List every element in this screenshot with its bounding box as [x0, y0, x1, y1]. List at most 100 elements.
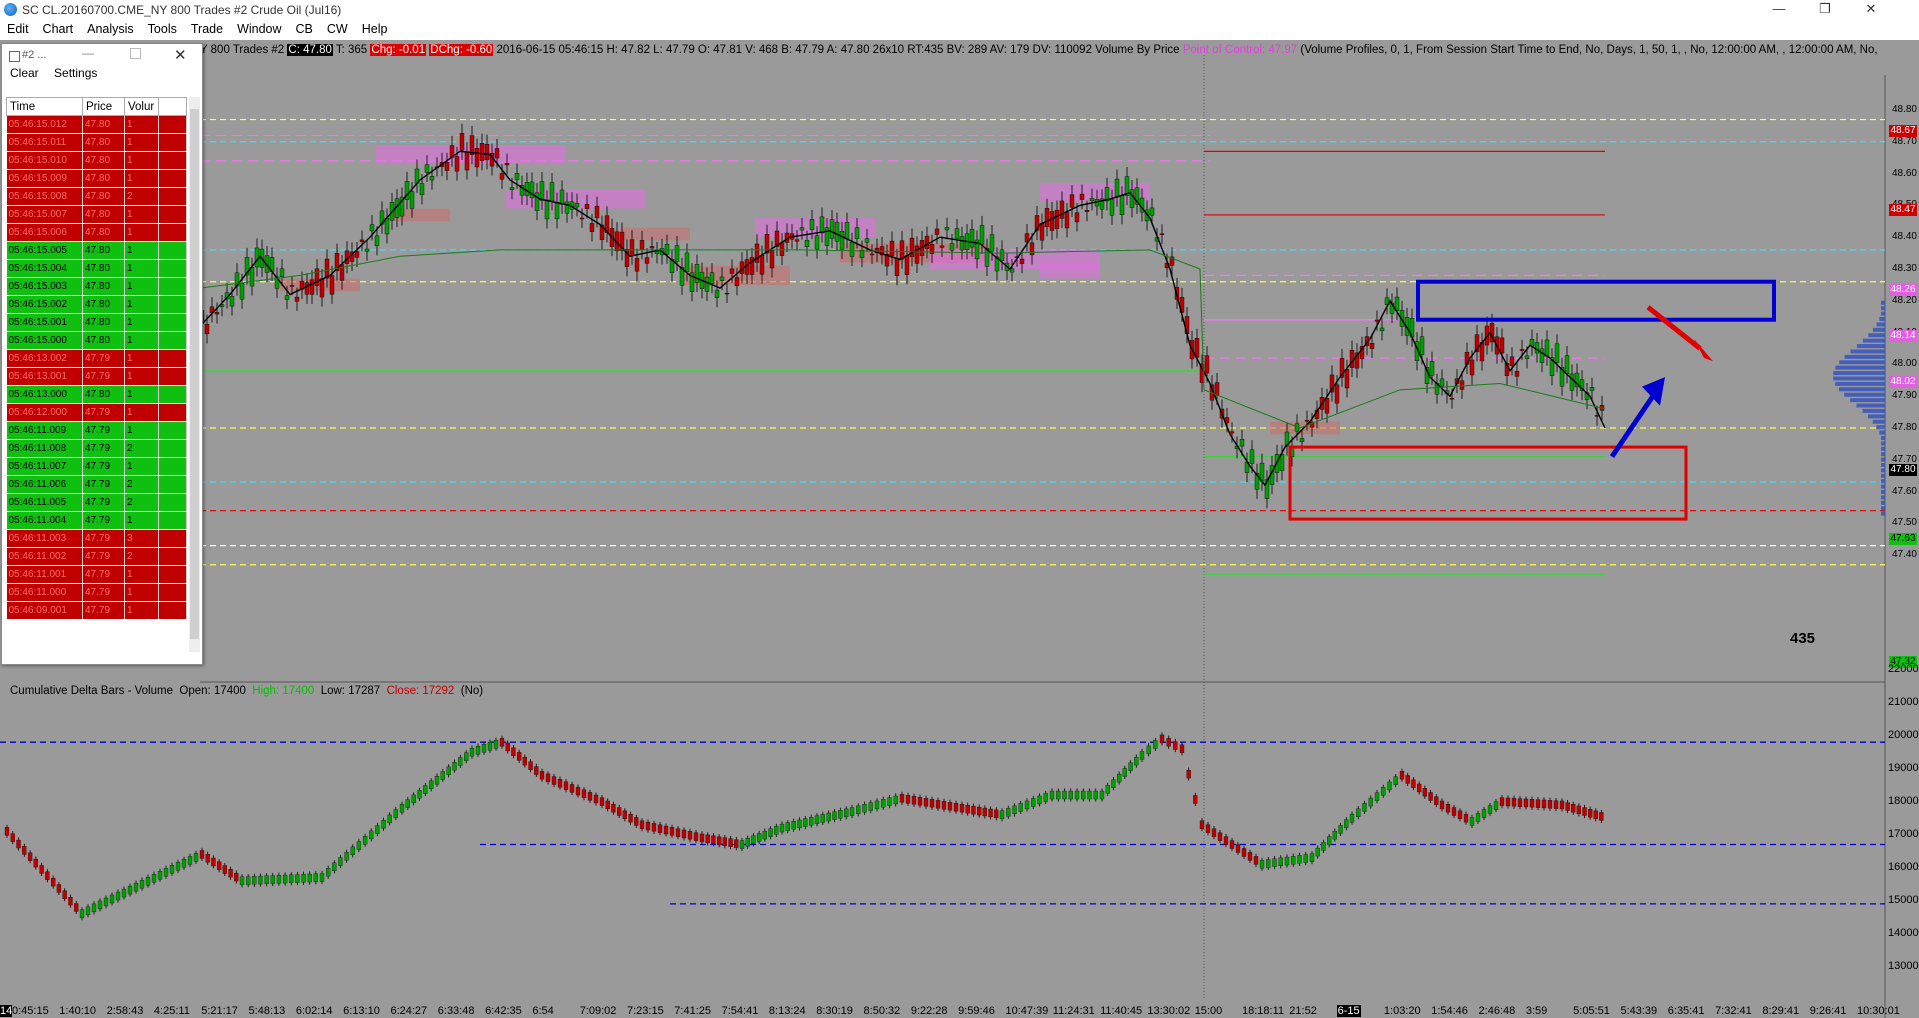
candle-body — [514, 173, 520, 180]
table-row[interactable]: 05:46:15.007 47.80 1 — [6, 205, 187, 224]
table-row[interactable]: 05:46:15.010 47.80 1 — [6, 151, 187, 170]
candle-body — [1379, 327, 1385, 332]
menu-edit[interactable]: Edit — [0, 20, 36, 36]
candle-body — [954, 228, 960, 240]
col-time[interactable]: Time — [6, 97, 83, 116]
cell-empty — [158, 331, 187, 350]
time-axis-label: 6:24:27 — [390, 1005, 428, 1017]
table-row[interactable]: 05:46:11.005 47.79 2 — [6, 493, 187, 512]
table-row[interactable]: 05:46:11.008 47.79 2 — [6, 439, 187, 458]
delta-bar — [669, 827, 675, 836]
volume-profile-bar — [1881, 462, 1885, 467]
settings-button[interactable]: Settings — [54, 66, 97, 80]
delta-high: High: 17400 — [252, 685, 315, 697]
table-row[interactable]: 05:46:11.006 47.79 2 — [6, 475, 187, 494]
delta-bar — [1487, 805, 1493, 814]
time-axis-label: 0:45:15 — [12, 1005, 49, 1017]
delta-bar — [1326, 836, 1332, 845]
delta-bar — [27, 852, 33, 861]
table-row[interactable]: 05:46:11.002 47.79 2 — [6, 547, 187, 566]
delta-bar — [399, 804, 405, 813]
table-row[interactable]: 05:46:15.003 47.80 1 — [6, 277, 187, 296]
menu-window[interactable]: Window — [230, 20, 288, 36]
cell-time: 05:46:11.000 — [6, 583, 83, 602]
menu-cb[interactable]: CB — [289, 20, 320, 36]
candle-body — [804, 240, 810, 248]
tw-title: #2 ... — [22, 49, 47, 61]
table-row[interactable]: 05:46:11.000 47.79 1 — [6, 583, 187, 602]
table-row[interactable]: 05:46:15.001 47.80 1 — [6, 313, 187, 332]
menu-tools[interactable]: Tools — [141, 20, 184, 36]
tw-titlebar[interactable]: #2 ... — ✕ — [2, 44, 202, 66]
tw-minimize-button[interactable]: — — [82, 46, 94, 60]
close-button[interactable]: ✕ — [1848, 0, 1894, 20]
cell-price: 47.80 — [82, 223, 125, 242]
volume-profile-bar — [1844, 392, 1885, 397]
delta-bar — [157, 871, 163, 880]
cell-empty — [158, 349, 187, 368]
table-row[interactable]: 05:46:15.000 47.80 1 — [6, 331, 187, 350]
cell-vol: 1 — [124, 349, 159, 368]
col-price[interactable]: Price — [82, 97, 125, 116]
volume-profile-bar — [1868, 333, 1885, 338]
delta-bar — [1422, 788, 1428, 797]
chart-area[interactable] — [0, 40, 1919, 1018]
time-axis-label: 6:42:35 — [485, 1005, 522, 1017]
table-row[interactable]: 05:46:11.003 47.79 3 — [6, 529, 187, 548]
table-row[interactable]: 05:46:13.001 47.79 1 — [6, 367, 187, 386]
table-row[interactable]: 05:46:15.004 47.80 1 — [6, 259, 187, 278]
cell-price: 47.80 — [82, 295, 125, 314]
candle-body — [814, 235, 820, 250]
table-row[interactable]: 05:46:15.002 47.80 1 — [6, 295, 187, 314]
time-axis-label: 7:54:41 — [721, 1005, 759, 1017]
volume-profile-bar — [1881, 306, 1885, 311]
delta-bar — [381, 820, 386, 829]
delta-bar — [1571, 804, 1576, 813]
col-extra[interactable] — [158, 97, 187, 116]
table-row[interactable]: 05:46:15.006 47.80 1 — [6, 223, 187, 242]
table-row[interactable]: 05:46:12.000 47.79 1 — [6, 403, 187, 422]
cell-time: 05:46:11.009 — [6, 421, 83, 440]
table-row[interactable]: 05:46:13.002 47.79 1 — [6, 349, 187, 368]
table-row[interactable]: 05:46:11.001 47.79 1 — [6, 565, 187, 584]
table-row[interactable]: 05:46:09.001 47.79 1 — [6, 601, 187, 620]
delta-bar — [1381, 787, 1386, 796]
table-row[interactable]: 05:46:15.011 47.80 1 — [6, 133, 187, 152]
menu-cw[interactable]: CW — [320, 20, 355, 36]
table-row[interactable]: 05:46:11.004 47.79 1 — [6, 511, 187, 530]
table-row[interactable]: 05:46:15.012 47.80 1 — [6, 115, 187, 134]
candle-body — [544, 199, 550, 220]
menu-trade[interactable]: Trade — [184, 20, 230, 36]
menu-help[interactable]: Help — [355, 20, 395, 36]
menu-chart[interactable]: Chart — [36, 20, 81, 36]
tw-close-button[interactable]: ✕ — [174, 46, 187, 64]
cell-empty — [158, 457, 187, 476]
col-volume[interactable]: Volur — [124, 97, 159, 116]
candle-body — [454, 156, 460, 172]
delta-axis-label: 17000 — [1888, 828, 1919, 840]
table-row[interactable]: 05:46:11.009 47.79 1 — [6, 421, 187, 440]
candle-body — [639, 240, 645, 251]
table-row[interactable]: 05:46:15.008 47.80 2 — [6, 187, 187, 206]
clear-button[interactable]: Clear — [10, 66, 39, 80]
delta-bar — [1593, 810, 1598, 819]
menu-analysis[interactable]: Analysis — [80, 20, 141, 36]
table-row[interactable]: 05:46:11.007 47.79 1 — [6, 457, 187, 476]
table-row[interactable]: 05:46:15.009 47.80 1 — [6, 169, 187, 188]
volume-profile-bar — [1876, 322, 1885, 327]
candle-body — [889, 240, 895, 257]
candle-body — [779, 242, 785, 256]
restore-button[interactable]: ❐ — [1802, 0, 1848, 20]
delta-bar — [1511, 798, 1517, 807]
table-row[interactable]: 05:46:13.000 47.80 1 — [6, 385, 187, 404]
minimize-button[interactable]: — — [1756, 0, 1802, 20]
tw-scroll-thumb[interactable] — [190, 109, 199, 639]
time-and-sales-window[interactable]: #2 ... — ✕ Clear Settings Time Price Vol… — [1, 43, 203, 665]
tw-scrollbar[interactable] — [189, 97, 200, 652]
candle-body — [594, 205, 600, 219]
price-chart-canvas[interactable] — [0, 40, 1919, 1018]
tw-maximize-button[interactable] — [130, 48, 141, 59]
candle-body — [1539, 348, 1545, 363]
table-row[interactable]: 05:46:15.005 47.80 1 — [6, 241, 187, 260]
delta-axis-label: 13000 — [1888, 960, 1919, 972]
